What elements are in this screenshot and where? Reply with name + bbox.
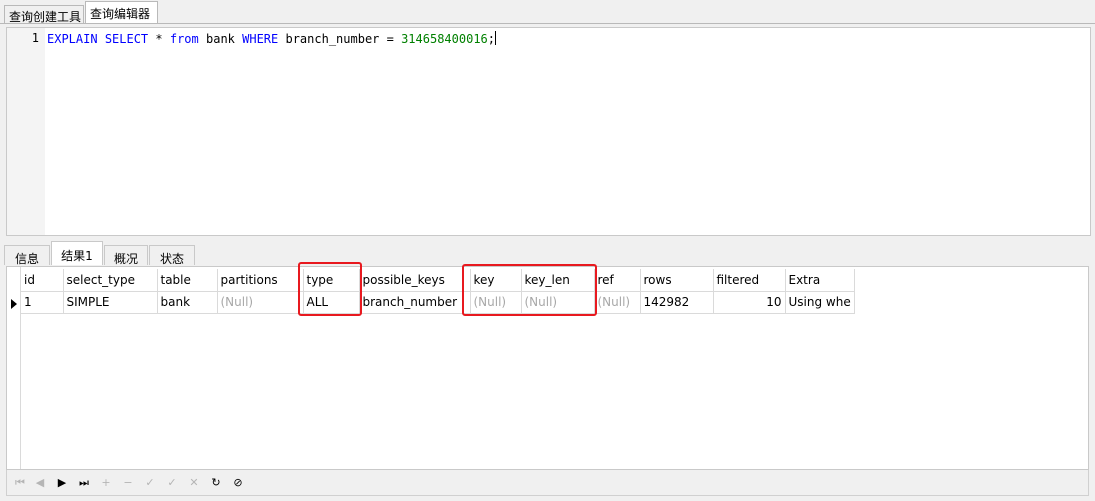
table-row[interactable]: 1 SIMPLE bank (Null) ALL branch_number (… [21, 291, 855, 314]
code-value: 314658400016 [401, 32, 488, 46]
tab-profile[interactable]: 概况 [104, 245, 148, 266]
tab-query-editor[interactable]: 查询编辑器 [85, 1, 158, 24]
row-indicator-column [7, 267, 21, 469]
code-star: * [148, 32, 170, 46]
col-header-table[interactable]: table [157, 269, 218, 292]
cell-rows[interactable]: 142982 [640, 291, 714, 314]
result-table: id select_type table partitions type pos… [21, 269, 855, 314]
tab-info[interactable]: 信息 [4, 245, 50, 266]
col-header-partitions[interactable]: partitions [217, 269, 304, 292]
result-grid[interactable]: id select_type table partitions type pos… [6, 266, 1089, 470]
col-header-filtered[interactable]: filtered [713, 269, 786, 292]
navicat-query-window: 查询创建工具 查询编辑器 1 EXPLAIN SELECT * from ban… [0, 0, 1095, 501]
results-area: 信息 结果1 概况 状态 id select_type table partit… [0, 238, 1095, 501]
query-tabs: 查询创建工具 查询编辑器 [0, 0, 1095, 24]
cell-key[interactable]: (Null) [470, 291, 522, 314]
code-condition: branch_number = [278, 32, 402, 46]
result-tabs: 信息 结果1 概况 状态 [4, 241, 1091, 266]
col-header-type[interactable]: type [303, 269, 360, 292]
tab-status[interactable]: 状态 [149, 245, 195, 266]
col-header-key-len[interactable]: key_len [521, 269, 595, 292]
cell-table[interactable]: bank [157, 291, 218, 314]
current-row-arrow-icon [11, 299, 17, 309]
last-record-icon[interactable]: ⏭ [77, 477, 91, 489]
cancel-edit-icon[interactable]: ✕ [187, 477, 201, 489]
code-table: bank [198, 32, 243, 46]
col-header-select-type[interactable]: select_type [63, 269, 158, 292]
col-header-possible-keys[interactable]: possible_keys [359, 269, 471, 292]
delete-record-icon[interactable]: − [121, 477, 135, 489]
keyword-where: WHERE [242, 32, 279, 46]
sql-code-line[interactable]: EXPLAIN SELECT * from bank WHERE branch_… [47, 31, 497, 47]
col-header-key[interactable]: key [470, 269, 522, 292]
cell-partitions[interactable]: (Null) [217, 291, 304, 314]
cell-id[interactable]: 1 [21, 291, 64, 314]
record-nav-toolbar: ⏮ ◀ ▶ ⏭ + − ✓ ✓ ✕ ↻ ⊘ [6, 470, 1089, 496]
cell-extra[interactable]: Using whe [785, 291, 855, 314]
code-end: ; [487, 32, 496, 46]
tab-divider [0, 23, 1095, 24]
text-caret [495, 31, 497, 45]
add-record-icon[interactable]: + [99, 477, 113, 489]
next-record-icon[interactable]: ▶ [55, 477, 69, 489]
col-header-id[interactable]: id [21, 269, 64, 292]
stop-icon[interactable]: ⊘ [231, 477, 245, 489]
prev-record-icon[interactable]: ◀ [33, 477, 47, 489]
sql-editor[interactable]: 1 EXPLAIN SELECT * from bank WHERE branc… [6, 27, 1091, 236]
refresh-icon[interactable]: ↻ [209, 477, 223, 489]
keyword-explain: EXPLAIN [47, 32, 98, 46]
col-header-ref[interactable]: ref [594, 269, 641, 292]
keyword-select: SELECT [104, 32, 149, 46]
line-number-gutter: 1 [7, 28, 45, 235]
cell-key-len[interactable]: (Null) [521, 291, 595, 314]
tab-query-builder[interactable]: 查询创建工具 [4, 5, 84, 24]
cell-ref[interactable]: (Null) [594, 291, 641, 314]
cell-type[interactable]: ALL [303, 291, 360, 314]
edit-record-icon[interactable]: ✓ [143, 477, 157, 489]
save-record-icon[interactable]: ✓ [165, 477, 179, 489]
col-header-extra[interactable]: Extra [785, 269, 855, 292]
col-header-rows[interactable]: rows [640, 269, 714, 292]
cell-select-type[interactable]: SIMPLE [63, 291, 158, 314]
first-record-icon[interactable]: ⏮ [13, 477, 27, 489]
cell-possible-keys[interactable]: branch_number [359, 291, 471, 314]
line-number: 1 [31, 31, 39, 45]
cell-filtered[interactable]: 10 [713, 291, 786, 314]
table-header-row: id select_type table partitions type pos… [21, 269, 855, 292]
tab-result-1[interactable]: 结果1 [51, 241, 103, 265]
keyword-from: from [169, 32, 199, 46]
